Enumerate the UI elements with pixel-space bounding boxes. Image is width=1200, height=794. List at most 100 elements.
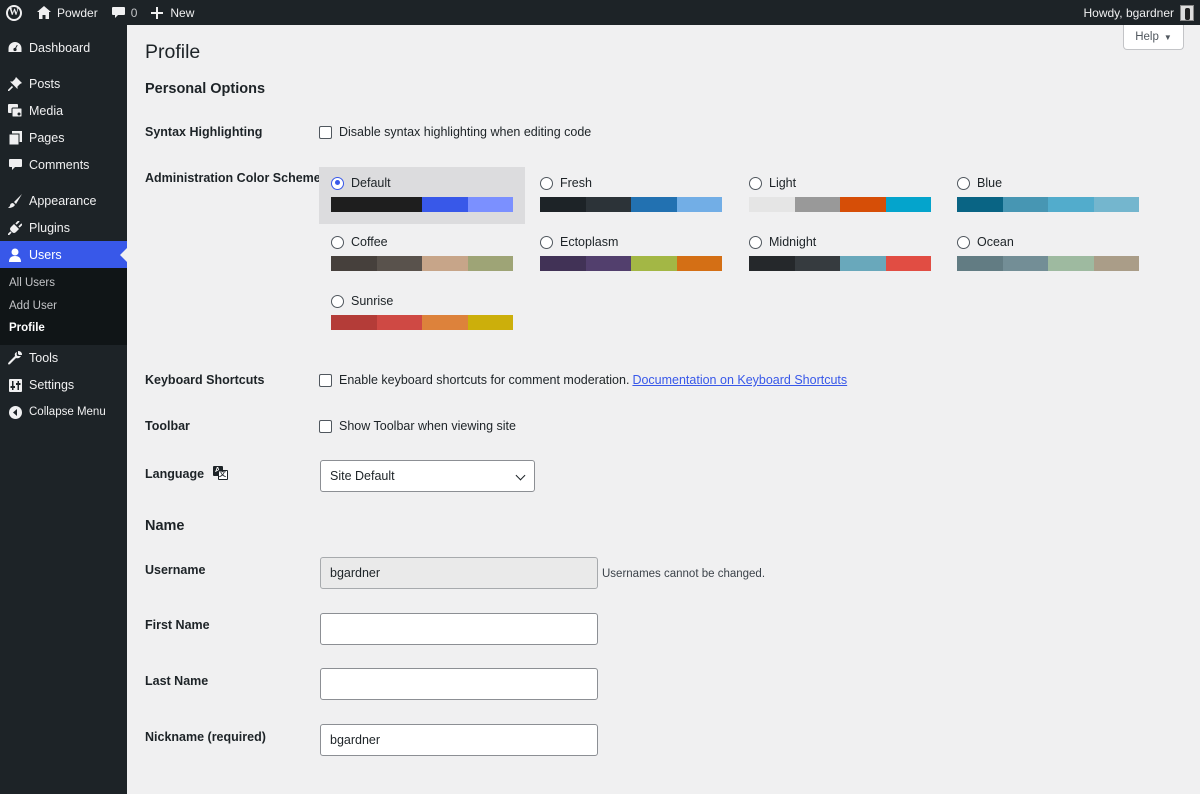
color-swatch: [957, 256, 1003, 271]
sidebar-item-media[interactable]: Media: [0, 97, 127, 124]
admin-sidebar: Dashboard Posts Media Pages Comments App…: [0, 25, 127, 794]
last-name-field[interactable]: [320, 668, 598, 700]
sidebar-item-users[interactable]: Users: [0, 241, 127, 268]
keyboard-shortcuts-doc-link[interactable]: Documentation on Keyboard Shortcuts: [632, 373, 847, 387]
new-content-link[interactable]: New: [144, 0, 201, 25]
color-swatch: [676, 197, 722, 212]
comments-link[interactable]: 0: [105, 0, 145, 25]
color-scheme-header: Ocean: [957, 235, 1139, 249]
sidebar-item-appearance[interactable]: Appearance: [0, 187, 127, 214]
color-scheme-header: Light: [749, 176, 931, 190]
color-scheme-option-light[interactable]: Light: [737, 167, 943, 224]
nickname-label: Nickname (required): [145, 730, 266, 744]
personal-options-heading: Personal Options: [145, 81, 266, 97]
color-scheme-radio-ocean[interactable]: [957, 235, 970, 249]
site-name: Powder: [57, 5, 98, 20]
avatar: [1180, 4, 1194, 21]
color-scheme-name: Fresh: [560, 176, 592, 190]
keyboard-shortcuts-label: Keyboard Shortcuts: [145, 373, 265, 387]
color-scheme-option-ectoplasm[interactable]: Ectoplasm: [528, 226, 734, 283]
color-swatch: [331, 197, 377, 212]
color-scheme-header: Ectoplasm: [540, 235, 722, 249]
language-select[interactable]: Site Default: [320, 460, 535, 492]
username-note: Usernames cannot be changed.: [602, 568, 766, 580]
translation-icon: A文: [212, 466, 228, 480]
color-swatch: [422, 197, 468, 212]
new-label: New: [170, 5, 195, 20]
wordpress-logo-icon: W: [6, 4, 22, 21]
color-scheme-radio-default[interactable]: [331, 176, 344, 190]
color-scheme-header: Sunrise: [331, 294, 513, 308]
color-scheme-radio-ectoplasm[interactable]: [540, 235, 553, 249]
show-toolbar-checkbox[interactable]: [319, 419, 332, 433]
color-scheme-radio-midnight[interactable]: [749, 235, 762, 249]
color-scheme-name: Coffee: [351, 235, 388, 249]
color-swatch: [676, 256, 722, 271]
sidebar-item-plugins[interactable]: Plugins: [0, 214, 127, 241]
color-swatch: [1093, 197, 1139, 212]
comments-icon: [7, 157, 23, 173]
syntax-highlighting-text: Disable syntax highlighting when editing…: [339, 125, 592, 139]
color-swatch: [749, 197, 795, 212]
color-scheme-name: Light: [769, 176, 797, 190]
color-scheme-radio-coffee[interactable]: [331, 235, 344, 249]
color-swatch: [631, 197, 677, 212]
color-swatch: [1002, 197, 1048, 212]
sidebar-item-pages[interactable]: Pages: [0, 124, 127, 151]
color-scheme-radio-fresh[interactable]: [540, 176, 553, 190]
color-scheme-option-default[interactable]: Default: [319, 167, 525, 224]
toolbar-option: Show Toolbar when viewing site: [319, 419, 516, 433]
submenu-item-add-user[interactable]: Add User: [0, 295, 127, 318]
color-scheme-option-blue[interactable]: Blue: [945, 167, 1151, 224]
nickname-field[interactable]: bgardner: [320, 724, 598, 756]
color-swatch: [376, 197, 422, 212]
color-scheme-label: Administration Color Scheme: [145, 171, 321, 185]
color-swatch: [749, 256, 795, 271]
home-icon: [37, 6, 51, 19]
color-scheme-option-midnight[interactable]: Midnight: [737, 226, 943, 283]
color-scheme-option-ocean[interactable]: Ocean: [945, 226, 1151, 283]
first-name-field[interactable]: [320, 613, 598, 645]
sidebar-item-comments[interactable]: Comments: [0, 151, 127, 178]
color-scheme-radio-sunrise[interactable]: [331, 294, 344, 308]
submenu-item-profile[interactable]: Profile: [0, 317, 127, 340]
collapse-menu-button[interactable]: Collapse Menu: [0, 399, 127, 426]
username-field[interactable]: bgardner: [320, 557, 598, 589]
color-scheme-option-fresh[interactable]: Fresh: [528, 167, 734, 224]
color-swatch: [1048, 197, 1094, 212]
submenu-item-all-users[interactable]: All Users: [0, 272, 127, 295]
keyboard-shortcuts-text: Enable keyboard shortcuts for comment mo…: [339, 373, 630, 387]
color-swatch: [1093, 256, 1139, 271]
color-scheme-radio-light[interactable]: [749, 176, 762, 190]
color-swatch: [585, 256, 631, 271]
help-button[interactable]: Help ▼: [1123, 25, 1184, 50]
wordpress-logo-button[interactable]: W: [0, 0, 30, 25]
color-swatch: [467, 256, 513, 271]
site-name-link[interactable]: Powder: [30, 0, 105, 25]
color-scheme-header: Default: [331, 176, 513, 190]
color-swatch: [794, 197, 840, 212]
color-swatch-strip: [331, 197, 513, 212]
sidebar-item-settings[interactable]: Settings: [0, 372, 127, 399]
sidebar-item-tools[interactable]: Tools: [0, 345, 127, 372]
color-scheme-option-sunrise[interactable]: Sunrise: [319, 285, 525, 342]
color-swatch: [585, 197, 631, 212]
color-scheme-option-coffee[interactable]: Coffee: [319, 226, 525, 283]
sidebar-item-posts[interactable]: Posts: [0, 70, 127, 97]
sidebar-item-label: Tools: [29, 351, 59, 365]
syntax-highlighting-checkbox[interactable]: [319, 125, 332, 139]
chevron-down-icon: [515, 470, 526, 481]
color-scheme-header: Fresh: [540, 176, 722, 190]
media-icon: [7, 103, 23, 119]
plus-icon: [151, 6, 164, 19]
keyboard-shortcuts-checkbox[interactable]: [319, 373, 332, 387]
color-scheme-radio-blue[interactable]: [957, 176, 970, 190]
color-swatch: [957, 197, 1003, 212]
color-scheme-header: Blue: [957, 176, 1139, 190]
color-swatch: [467, 197, 513, 212]
color-scheme-header: Coffee: [331, 235, 513, 249]
my-account-link[interactable]: Howdy, bgardner: [1084, 4, 1200, 21]
color-swatch-strip: [749, 197, 931, 212]
keyboard-shortcuts-option: Enable keyboard shortcuts for comment mo…: [319, 373, 847, 387]
sidebar-item-dashboard[interactable]: Dashboard: [0, 34, 127, 61]
